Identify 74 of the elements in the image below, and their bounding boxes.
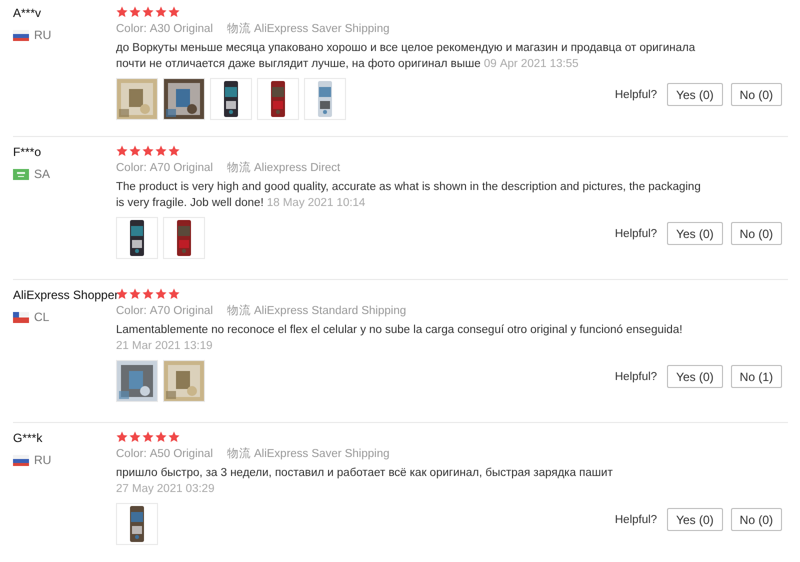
- star-icon: [129, 6, 141, 18]
- yes-button[interactable]: Yes (0): [667, 365, 723, 388]
- photo-thumbnail[interactable]: [304, 78, 346, 120]
- star-icon: [155, 288, 167, 300]
- star-icon: [116, 6, 128, 18]
- photo-thumbnail[interactable]: [163, 217, 205, 259]
- star-icon: [155, 431, 167, 443]
- star-icon: [142, 6, 154, 18]
- photo-thumbnail[interactable]: [116, 503, 158, 545]
- yes-button[interactable]: Yes (0): [667, 222, 723, 245]
- star-icon: [155, 6, 167, 18]
- shipping-label: 物流: [226, 448, 251, 460]
- star-icon: [129, 145, 141, 157]
- color-value: A70 Original: [150, 162, 213, 174]
- shipping-label: 物流: [226, 23, 251, 35]
- star-icon: [129, 288, 141, 300]
- color-label: Color:: [116, 162, 147, 174]
- no-button[interactable]: No (0): [730, 222, 782, 245]
- star-icon: [168, 431, 180, 443]
- star-icon: [142, 288, 154, 300]
- user-name: G***k: [13, 431, 42, 446]
- star-icon: [116, 145, 128, 157]
- flag-icon: [13, 168, 29, 180]
- helpful-label: Helpful?: [614, 88, 658, 100]
- star-icon: [142, 431, 154, 443]
- shipping-method: AliExpress Standard Shipping: [254, 305, 406, 317]
- shipping-method: AliExpress Saver Shipping: [254, 23, 390, 35]
- color-label: Color:: [116, 305, 147, 317]
- review-text: The product is very high and good quality, accurate as what is shown in the description and pictures, the packaging is very fragile. Job well done! 18 May 2021 10:14: [116, 180, 702, 211]
- photo-thumbnail[interactable]: [163, 78, 205, 120]
- shipping-label: 物流: [226, 162, 251, 174]
- photo-thumbnail[interactable]: [210, 78, 252, 120]
- country-code: CL: [34, 310, 50, 324]
- user-name: F***o: [13, 145, 42, 160]
- star-icon: [155, 145, 167, 157]
- star-icon: [116, 288, 128, 300]
- star-icon: [116, 431, 128, 443]
- color-label: Color:: [116, 23, 147, 35]
- shipping-method: AliExpress Saver Shipping: [254, 448, 390, 460]
- country-code: RU: [34, 28, 52, 42]
- color-value: A70 Original: [150, 305, 213, 317]
- country-code: SA: [34, 167, 50, 181]
- helpful-label: Helpful?: [614, 228, 658, 240]
- flag-icon: [13, 312, 29, 322]
- color-value: A30 Original: [150, 23, 213, 35]
- yes-button[interactable]: Yes (0): [667, 508, 723, 531]
- shipping-label: 物流: [226, 305, 251, 317]
- photo-thumbnail[interactable]: [163, 360, 205, 402]
- helpful-label: Helpful?: [614, 370, 658, 382]
- review-text: пришло быстро, за 3 недели, поставил и работает всё как оригинал, быстрая зарядка пашит 27 May 2021 03:29: [116, 466, 614, 497]
- shipping-method: Aliexpress Direct: [254, 162, 340, 174]
- flag-icon: [13, 30, 29, 40]
- yes-button[interactable]: Yes (0): [667, 83, 723, 106]
- color-label: Color:: [116, 448, 147, 460]
- photo-thumbnail[interactable]: [116, 217, 158, 259]
- star-icon: [142, 145, 154, 157]
- photo-thumbnail[interactable]: [257, 78, 299, 120]
- flag-icon: [13, 454, 29, 466]
- no-button[interactable]: No (0): [730, 83, 782, 106]
- user-name: A***v: [13, 6, 42, 21]
- country-code: RU: [34, 453, 52, 467]
- user-name: AliExpress Shopper: [13, 288, 118, 303]
- no-button[interactable]: No (0): [730, 508, 782, 531]
- star-icon: [168, 6, 180, 18]
- review-text: Lamentablemente no reconoce el flex el celular y no sube la carga conseguí otro original y funcionó enseguida! 21 Mar 2021 13:19: [116, 323, 684, 354]
- star-icon: [129, 431, 141, 443]
- color-value: A50 Original: [150, 448, 213, 460]
- photo-thumbnail[interactable]: [116, 78, 158, 120]
- star-icon: [168, 288, 180, 300]
- helpful-label: Helpful?: [614, 514, 658, 526]
- photo-thumbnail[interactable]: [116, 360, 158, 402]
- no-button[interactable]: No (1): [730, 365, 782, 388]
- review-text: до Воркуты меньше месяца упаковано хорошо и все целое рекомендую и магазин и продавца от оригинала почти не отличается даже выглядит лучше, на фото оригинал выше 09 Apr 2021 13:55: [116, 41, 696, 72]
- star-icon: [168, 145, 180, 157]
